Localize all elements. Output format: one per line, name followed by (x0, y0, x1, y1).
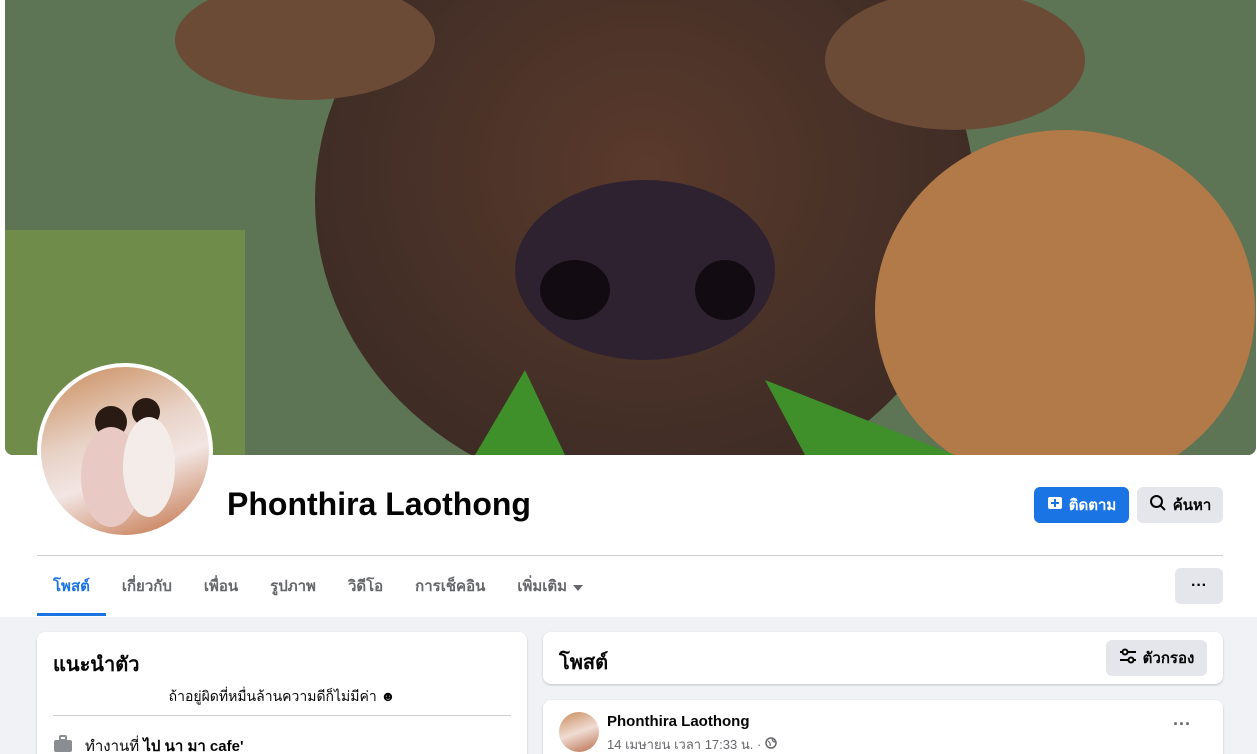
post-more-button[interactable]: ··· (1173, 714, 1191, 735)
filter-label: ตัวกรอง (1142, 650, 1195, 667)
tab-about[interactable]: เกี่ยวกับ (106, 556, 188, 616)
post-author[interactable]: Phonthira Laothong (607, 713, 749, 730)
globe-icon (765, 737, 778, 752)
follow-label: ติดตาม (1068, 497, 1117, 514)
posts-header-card: โพสต์ ตัวกรอง (543, 632, 1223, 684)
post-meta: 14 เมษายน เวลา 17:33 น. · (607, 734, 778, 754)
add-friend-icon (1047, 495, 1063, 515)
post-avatar[interactable] (559, 712, 599, 752)
intro-card: แนะนำตัว ถ้าอยู่ผิดที่หมื่นล้านความดีก็ไ… (37, 632, 527, 754)
tab-more[interactable]: เพิ่มเติม (501, 556, 599, 616)
more-options-button[interactable]: ··· (1175, 568, 1223, 604)
filter-icon (1119, 648, 1137, 668)
tab-checkins[interactable]: การเช็คอิน (399, 556, 501, 616)
intro-bio: ถ้าอยู่ผิดที่หมื่นล้านความดีก็ไม่มีค่า ☻ (168, 688, 396, 704)
posts-title: โพสต์ (559, 652, 609, 674)
follow-button[interactable]: ติดตาม (1034, 487, 1129, 523)
intro-title: แนะนำตัว (53, 654, 140, 676)
post-card: Phonthira Laothong 14 เมษายน เวลา 17:33 … (543, 700, 1223, 754)
avatar[interactable] (41, 367, 209, 535)
filter-button[interactable]: ตัวกรอง (1106, 640, 1207, 676)
profile-tabs: โพสต์ เกี่ยวกับ เพื่อน รูปภาพ วิดีโอ การ… (37, 556, 599, 616)
tab-friends[interactable]: เพื่อน (188, 556, 254, 616)
intro-divider (53, 715, 511, 716)
post-time[interactable]: 14 เมษายน เวลา 17:33 น. · (607, 734, 761, 754)
caret-down-icon (573, 578, 584, 595)
search-label: ค้นหา (1172, 497, 1212, 514)
intro-work-item: ทำงานที่ ไป นา มา cafe' (53, 734, 244, 754)
tab-posts[interactable]: โพสต์ (37, 556, 106, 616)
briefcase-icon (53, 735, 73, 754)
profile-name: Phonthira Laothong (227, 486, 531, 522)
profile-avatar-frame[interactable] (37, 363, 213, 539)
tab-videos[interactable]: วิดีโอ (332, 556, 399, 616)
work-place[interactable]: ไป นา มา cafe' (143, 738, 243, 754)
work-prefix: ทำงานที่ (85, 738, 144, 754)
search-button[interactable]: ค้นหา (1137, 487, 1223, 523)
tab-photos[interactable]: รูปภาพ (254, 556, 332, 616)
avatar-image (81, 398, 175, 527)
profile-header: Phonthira Laothong ติดตาม ค้นหา โพสต์ เก… (0, 0, 1257, 617)
search-icon (1149, 494, 1167, 516)
